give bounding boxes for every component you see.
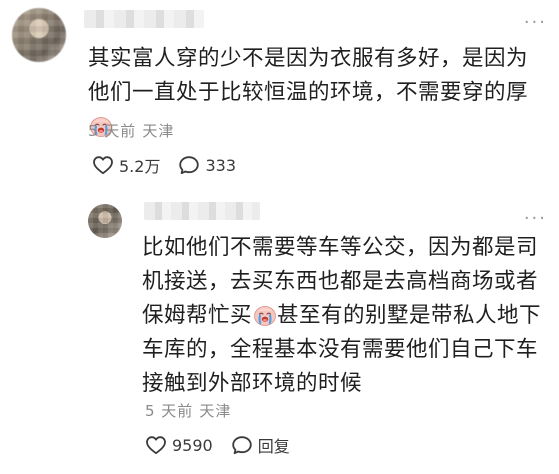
heart-icon <box>146 436 166 455</box>
comment: ··· 其实富人穿的少不是因为衣服有多好，是因为他们一直处于比较恒温的环境，不需… <box>0 0 559 190</box>
reply-button[interactable]: 回复 <box>231 433 290 457</box>
reply-text: 比如他们不需要等车等公交，因为都是司机接送，去买东西也都是去高档商场或者保姆帮忙… <box>142 231 546 401</box>
username-blurred[interactable] <box>144 202 260 220</box>
more-icon[interactable]: ··· <box>524 14 547 32</box>
like-count: 9590 <box>172 435 213 455</box>
reply-count: 333 <box>205 155 236 175</box>
reply-time: 5 天前 <box>145 402 194 420</box>
comment-reply-button[interactable]: 333 <box>178 155 236 175</box>
reply-meta: 5 天前 天津 <box>145 400 231 421</box>
reply-label: 回复 <box>257 437 290 456</box>
username-blurred[interactable] <box>84 10 204 28</box>
like-count: 5.2万 <box>119 157 161 176</box>
avatar[interactable] <box>12 8 66 62</box>
comment-text-part: 其实富人穿的少不是因为衣服有多好，是因为他们一直处于比较恒温的环境，不需要穿的厚 <box>88 46 529 105</box>
crying-face-emoji-icon <box>254 306 276 326</box>
more-icon[interactable]: ··· <box>524 210 547 228</box>
avatar[interactable] <box>88 204 122 238</box>
like-button[interactable]: 5.2万 <box>92 153 160 177</box>
like-button[interactable]: 9590 <box>145 435 213 455</box>
comment-time: 5 天前 <box>88 122 137 140</box>
comment-location: 天津 <box>142 122 175 140</box>
reply-location: 天津 <box>199 402 232 420</box>
reply-comment: ··· 比如他们不需要等车等公交，因为都是司机接送，去买东西也都是去高档商场或者… <box>0 190 559 474</box>
reply-actions: 9590 回复 <box>145 433 290 457</box>
speech-bubble-icon <box>232 436 252 455</box>
heart-icon <box>93 156 113 175</box>
comment-actions: 5.2万 333 <box>92 153 236 177</box>
speech-bubble-icon <box>179 156 200 175</box>
comment-meta: 5 天前 天津 <box>88 120 174 141</box>
